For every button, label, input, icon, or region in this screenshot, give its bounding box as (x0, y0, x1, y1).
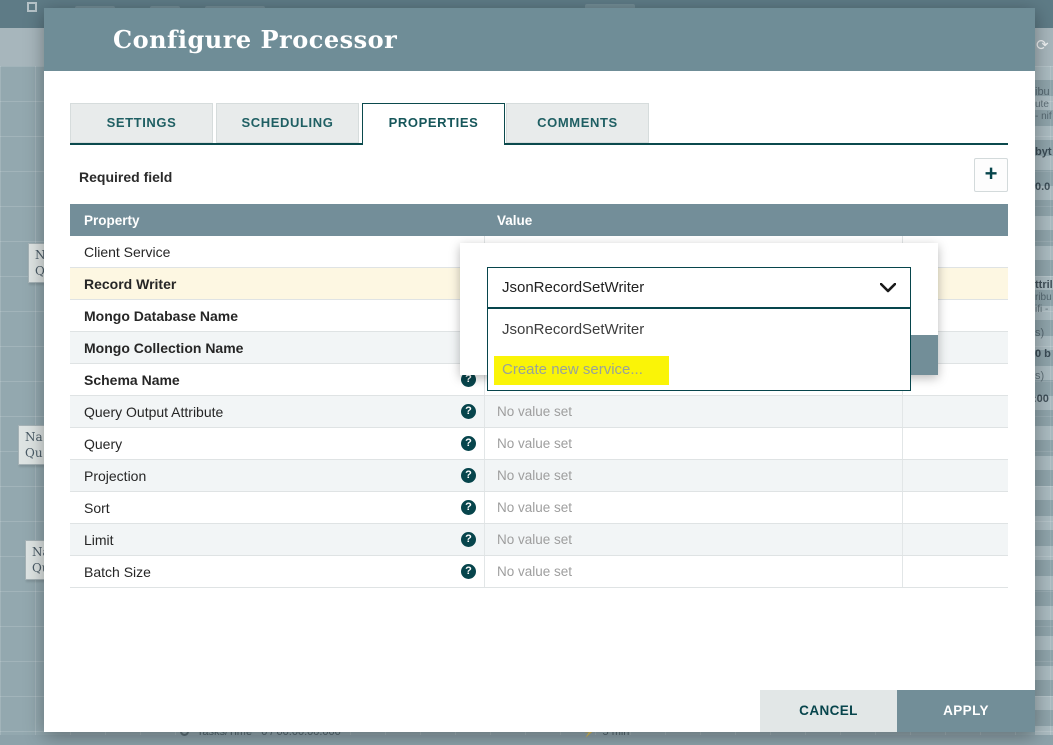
property-name: Query Output Attribute (84, 404, 223, 420)
canvas-text-fragment: s) (1035, 327, 1044, 339)
chevron-down-icon (880, 283, 896, 293)
apply-button[interactable]: APPLY (897, 690, 1035, 732)
property-name: Client Service (84, 244, 170, 260)
property-value[interactable]: No value set (485, 492, 903, 523)
tab-comments[interactable]: COMMENTS (506, 103, 649, 143)
property-name: Record Writer (84, 276, 176, 292)
plus-icon: + (985, 161, 998, 186)
property-name: Mongo Database Name (84, 308, 238, 324)
property-value[interactable]: No value set (485, 428, 903, 459)
property-name: Schema Name (84, 372, 180, 388)
property-name: Mongo Collection Name (84, 340, 243, 356)
canvas-bottom-band (0, 735, 1053, 745)
property-value[interactable]: No value set (485, 524, 903, 555)
record-writer-combo[interactable]: JsonRecordSetWriter (487, 267, 911, 308)
canvas-text-fragment: byt (1035, 146, 1052, 158)
property-name: Limit (84, 532, 114, 548)
help-icon[interactable]: ? (461, 468, 476, 483)
required-field-label: Required field (79, 169, 172, 185)
help-icon[interactable]: ? (461, 500, 476, 515)
option-create-new-service[interactable]: Create new service... (488, 350, 910, 391)
combo-selected-value: JsonRecordSetWriter (502, 279, 880, 296)
property-name: Sort (84, 500, 110, 516)
table-row[interactable]: Limit ? No value set (70, 524, 1008, 556)
canvas-text-fragment: :00 (1033, 393, 1049, 405)
highlight-annotation: Create new service... (494, 356, 669, 385)
canvas-text-fragment: - nif (1035, 111, 1052, 122)
property-name: Projection (84, 468, 146, 484)
configure-processor-dialog: Configure Processor SETTINGS SCHEDULING … (44, 8, 1035, 732)
help-icon[interactable]: ? (461, 564, 476, 579)
help-icon[interactable]: ? (461, 532, 476, 547)
dialog-header: Configure Processor (44, 8, 1035, 71)
option-json-record-set-writer[interactable]: JsonRecordSetWriter (488, 309, 910, 350)
column-header-property: Property (70, 213, 485, 228)
canvas-processor-fragment (1035, 66, 1053, 745)
property-name: Query (84, 436, 122, 452)
refresh-icon: ⟳ (1036, 36, 1049, 54)
combo-option-list: JsonRecordSetWriter Create new service..… (487, 308, 911, 391)
property-name: Batch Size (84, 564, 151, 580)
canvas-text-fragment: 0 b (1035, 348, 1051, 360)
canvas-text-fragment: ifi - (1035, 304, 1048, 315)
canvas-text-fragment: ute (1035, 99, 1049, 110)
cancel-button[interactable]: CANCEL (760, 690, 897, 732)
add-property-button[interactable]: + (974, 158, 1008, 192)
table-row[interactable]: Projection ? No value set (70, 460, 1008, 492)
tab-settings[interactable]: SETTINGS (70, 103, 213, 143)
dialog-tabs: SETTINGS SCHEDULING PROPERTIES COMMENTS (70, 103, 1008, 145)
table-row[interactable]: Query ? No value set (70, 428, 1008, 460)
canvas-component-fragment (27, 2, 37, 12)
help-icon[interactable]: ? (461, 404, 476, 419)
property-value[interactable]: No value set (485, 460, 903, 491)
tab-scheduling[interactable]: SCHEDULING (216, 103, 359, 143)
table-header: Property Value (70, 204, 1008, 236)
tab-properties[interactable]: PROPERTIES (362, 103, 505, 145)
canvas-text-fragment: ttril (1035, 279, 1053, 291)
column-header-value: Value (485, 213, 903, 228)
help-icon[interactable]: ? (461, 436, 476, 451)
table-row[interactable]: Batch Size ? No value set (70, 556, 1008, 588)
canvas-text-fragment: 0.0 (1035, 181, 1050, 193)
table-row[interactable]: Query Output Attribute ? No value set (70, 396, 1008, 428)
canvas-text-fragment: ibu (1035, 86, 1050, 98)
canvas-text-fragment: s) (1035, 370, 1044, 382)
property-value[interactable]: No value set (485, 396, 903, 427)
table-row[interactable]: Sort ? No value set (70, 492, 1008, 524)
tab-underline (70, 143, 1008, 145)
canvas-text-fragment: ribu (1035, 292, 1052, 303)
property-value[interactable]: No value set (485, 556, 903, 587)
dialog-title: Configure Processor (113, 25, 397, 54)
